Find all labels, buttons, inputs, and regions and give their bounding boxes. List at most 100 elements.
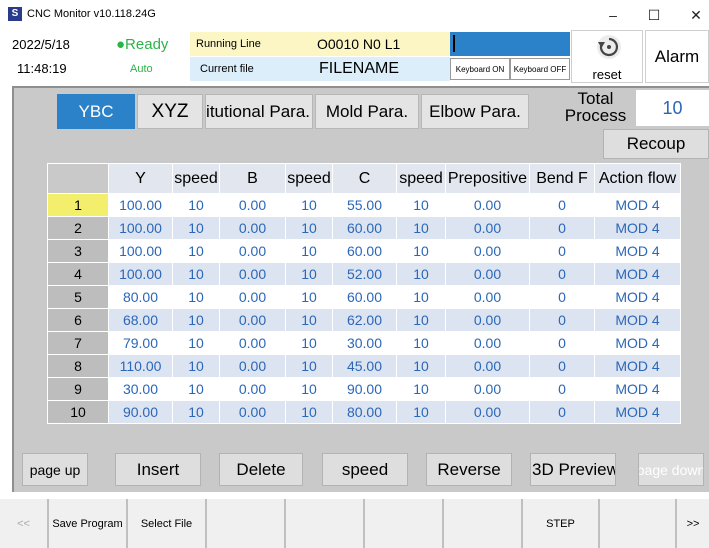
table-cell[interactable]: 0	[529, 216, 595, 240]
table-cell[interactable]: 10	[285, 354, 333, 378]
table-cell[interactable]: 10	[285, 285, 333, 309]
table-cell[interactable]: 100.00	[108, 193, 173, 217]
table-cell[interactable]: 0.00	[445, 400, 530, 424]
table-cell[interactable]: 60.00	[332, 239, 397, 263]
table-cell[interactable]: 10	[396, 400, 446, 424]
table-cell[interactable]: 10	[396, 354, 446, 378]
table-cell[interactable]: 10	[396, 331, 446, 355]
softkey-empty-2[interactable]	[285, 499, 364, 548]
table-cell[interactable]: 0.00	[445, 308, 530, 332]
table-cell[interactable]: 100.00	[108, 216, 173, 240]
table-cell[interactable]: MOD 4	[594, 216, 681, 240]
tab-institutional-para[interactable]: Institutional Para.	[205, 94, 313, 129]
table-row[interactable]: 5 80.00 10 0.00 10 60.00 10 0.00 0 MOD 4	[47, 285, 681, 309]
table-cell[interactable]: 10	[396, 285, 446, 309]
table-cell[interactable]: 0.00	[219, 377, 286, 401]
table-cell[interactable]: 45.00	[332, 354, 397, 378]
table-cell[interactable]: 0.00	[445, 216, 530, 240]
speed-button[interactable]: speed	[322, 453, 408, 486]
table-cell[interactable]: 10	[285, 377, 333, 401]
softkey-empty-3[interactable]	[364, 499, 443, 548]
total-process-value[interactable]: 10	[636, 90, 709, 126]
table-cell[interactable]: 0.00	[219, 193, 286, 217]
table-cell[interactable]: 80.00	[108, 285, 173, 309]
table-cell[interactable]: 10	[285, 400, 333, 424]
table-cell[interactable]: 0.00	[219, 308, 286, 332]
recoup-button[interactable]: Recoup	[603, 129, 709, 159]
table-cell[interactable]: 10	[172, 308, 220, 332]
reset-button[interactable]: reset	[571, 30, 643, 83]
table-cell[interactable]: 30.00	[332, 331, 397, 355]
table-cell[interactable]: MOD 4	[594, 262, 681, 286]
keyboard-on-button[interactable]: Keyboard ON	[450, 58, 510, 80]
table-row[interactable]: 2 100.00 10 0.00 10 60.00 10 0.00 0 MOD 4	[47, 216, 681, 240]
table-row[interactable]: 3 100.00 10 0.00 10 60.00 10 0.00 0 MOD 4	[47, 239, 681, 263]
minimize-button[interactable]: –	[593, 4, 633, 26]
table-cell[interactable]: 10	[172, 193, 220, 217]
table-cell[interactable]: 100.00	[108, 262, 173, 286]
table-cell[interactable]: 100.00	[108, 239, 173, 263]
table-cell[interactable]: 10	[285, 331, 333, 355]
select-file-button[interactable]: Select File	[127, 499, 206, 548]
softkey-empty-4[interactable]	[443, 499, 522, 548]
table-cell[interactable]: 10	[285, 193, 333, 217]
table-cell[interactable]: MOD 4	[594, 400, 681, 424]
table-cell[interactable]: 10	[396, 377, 446, 401]
table-row[interactable]: 9 30.00 10 0.00 10 90.00 10 0.00 0 MOD 4	[47, 377, 681, 401]
page-down-button[interactable]: page down	[638, 453, 704, 486]
table-cell[interactable]: 0	[529, 354, 595, 378]
table-cell[interactable]: 0	[529, 262, 595, 286]
row-number[interactable]: 10	[47, 400, 109, 424]
table-cell[interactable]: 0.00	[219, 331, 286, 355]
row-number[interactable]: 6	[47, 308, 109, 332]
table-cell[interactable]: 110.00	[108, 354, 173, 378]
table-cell[interactable]: 10	[396, 216, 446, 240]
table-cell[interactable]: 60.00	[332, 216, 397, 240]
table-cell[interactable]: 0	[529, 308, 595, 332]
table-cell[interactable]: MOD 4	[594, 377, 681, 401]
softkey-empty-5[interactable]	[599, 499, 676, 548]
save-program-button[interactable]: Save Program	[48, 499, 127, 548]
table-cell[interactable]: 0	[529, 193, 595, 217]
table-cell[interactable]: 60.00	[332, 285, 397, 309]
table-cell[interactable]: 0	[529, 285, 595, 309]
table-cell[interactable]: 10	[396, 239, 446, 263]
softkey-next[interactable]: >>	[676, 499, 709, 548]
tab-mold-para[interactable]: Mold Para.	[315, 94, 419, 129]
page-up-button[interactable]: page up	[22, 453, 88, 486]
table-row[interactable]: 8 110.00 10 0.00 10 45.00 10 0.00 0 MOD 4	[47, 354, 681, 378]
table-cell[interactable]: 10	[172, 285, 220, 309]
3d-preview-button[interactable]: 3D Preview	[530, 453, 616, 486]
table-cell[interactable]: 0.00	[219, 354, 286, 378]
insert-button[interactable]: Insert	[115, 453, 201, 486]
row-number[interactable]: 9	[47, 377, 109, 401]
table-cell[interactable]: 0.00	[219, 216, 286, 240]
row-number[interactable]: 4	[47, 262, 109, 286]
table-cell[interactable]: 0	[529, 377, 595, 401]
table-cell[interactable]: MOD 4	[594, 193, 681, 217]
table-cell[interactable]: 10	[285, 239, 333, 263]
table-cell[interactable]: 0	[529, 400, 595, 424]
table-cell[interactable]: 10	[285, 262, 333, 286]
table-cell[interactable]: 0.00	[219, 239, 286, 263]
table-cell[interactable]: 0.00	[445, 193, 530, 217]
tab-elbow-para[interactable]: Elbow Para.	[421, 94, 529, 129]
row-number[interactable]: 7	[47, 331, 109, 355]
table-cell[interactable]: 52.00	[332, 262, 397, 286]
table-cell[interactable]: 55.00	[332, 193, 397, 217]
close-button[interactable]: ✕	[676, 4, 709, 26]
table-cell[interactable]: 0.00	[445, 354, 530, 378]
step-button[interactable]: STEP	[522, 499, 599, 548]
table-cell[interactable]: 0.00	[445, 331, 530, 355]
table-row[interactable]: 4 100.00 10 0.00 10 52.00 10 0.00 0 MOD 4	[47, 262, 681, 286]
table-cell[interactable]: 90.00	[332, 377, 397, 401]
table-cell[interactable]: 80.00	[332, 400, 397, 424]
softkey-empty-1[interactable]	[206, 499, 285, 548]
table-cell[interactable]: 10	[172, 331, 220, 355]
table-cell[interactable]: MOD 4	[594, 354, 681, 378]
table-cell[interactable]: 0.00	[219, 262, 286, 286]
row-number[interactable]: 2	[47, 216, 109, 240]
table-cell[interactable]: 0	[529, 331, 595, 355]
table-cell[interactable]: 0.00	[445, 285, 530, 309]
table-cell[interactable]: 0.00	[219, 400, 286, 424]
